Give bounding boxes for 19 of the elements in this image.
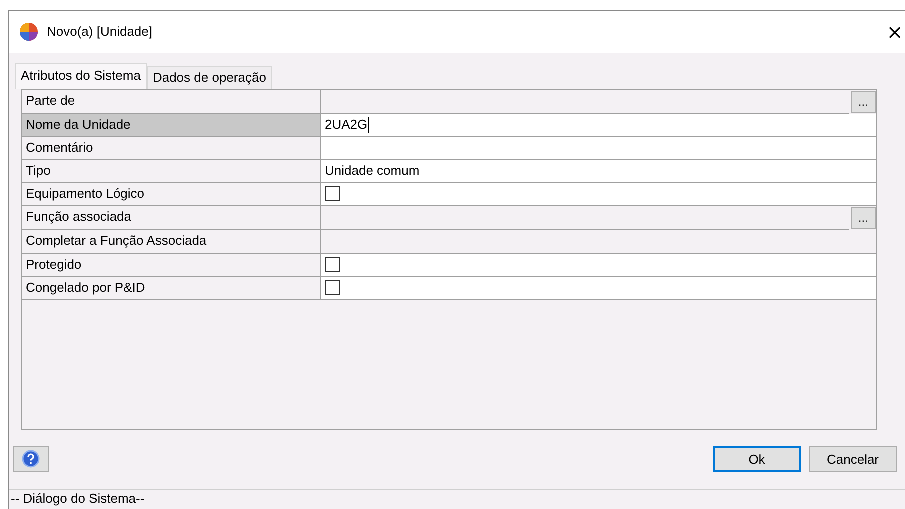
tab[interactable]: Atributos do Sistema [15, 62, 147, 89]
value-field[interactable]: 2UA2G [320, 114, 876, 136]
checkbox[interactable] [325, 280, 340, 296]
status-text: -- Diálogo do Sistema-- [11, 490, 145, 508]
tab[interactable]: Dados de operação [146, 66, 272, 89]
value-field[interactable] [320, 136, 876, 159]
ellipsis-button[interactable]: ... [850, 90, 876, 113]
checkbox[interactable] [325, 257, 340, 272]
dialog-button[interactable]: Ok [713, 446, 801, 472]
dialog-button[interactable]: Cancelar [809, 446, 897, 472]
app-logo-icon [19, 22, 39, 42]
help-button[interactable] [13, 446, 49, 472]
property-label[interactable]: Nome da Unidade [22, 114, 320, 136]
window-title: Novo(a) [Unidade] [47, 23, 152, 42]
value-field[interactable]: Unidade comum [320, 160, 876, 182]
close-button[interactable]: × [885, 18, 905, 45]
checkbox[interactable] [325, 186, 340, 202]
help-icon [22, 450, 40, 468]
ellipsis-button[interactable]: ... [850, 206, 876, 229]
